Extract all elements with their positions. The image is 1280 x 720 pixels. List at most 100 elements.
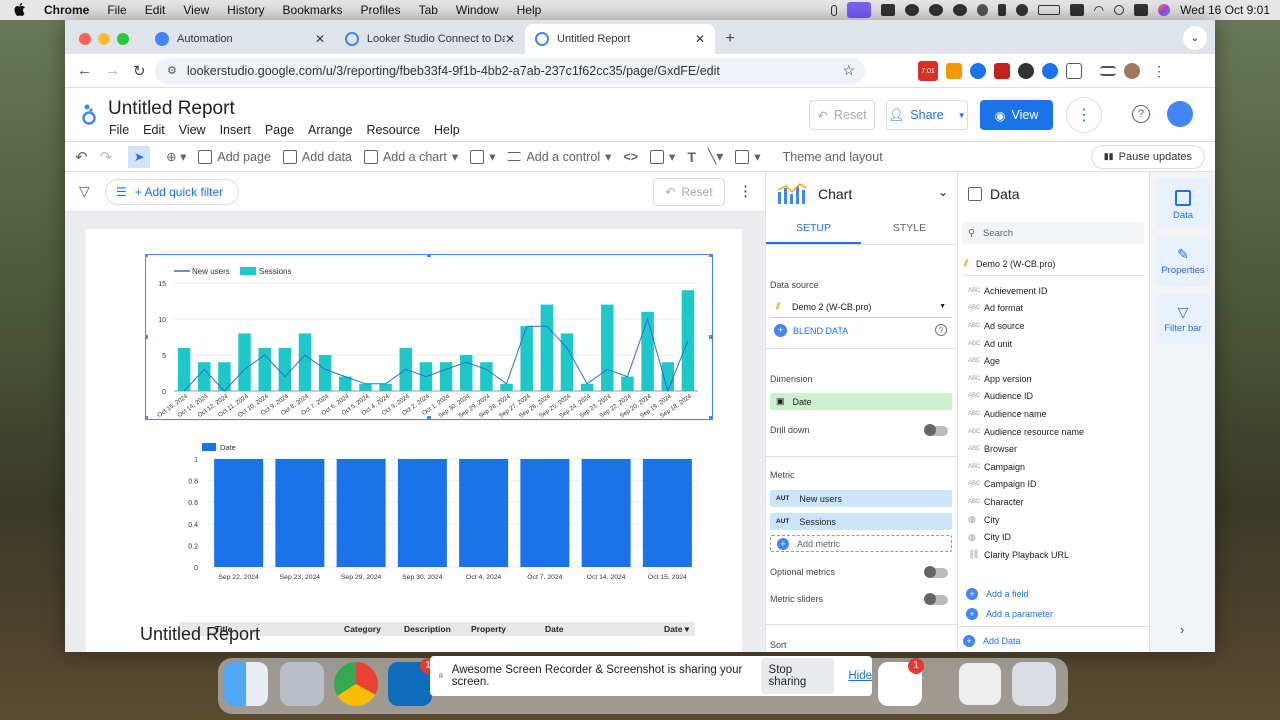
add-data-button[interactable]: + Add Data [963, 635, 1021, 647]
profile-avatar[interactable] [1124, 63, 1140, 79]
status-icon-3[interactable] [928, 4, 943, 16]
close-tab-icon[interactable]: ✕ [315, 32, 325, 46]
add-field-button[interactable]: + Add a field [966, 588, 1029, 600]
reset-button[interactable]: ↶ Reset [809, 100, 875, 130]
tab-search-chevron-icon[interactable]: ⌄ [1183, 26, 1207, 50]
help-icon[interactable]: ? [1132, 105, 1150, 123]
chart-type-chevron-icon[interactable]: ⌄ [938, 185, 948, 199]
selected-chart-frame[interactable]: New users Sessions 0 5 10 15 Oct 15, 2024 Oct 1… [145, 254, 713, 420]
account-avatar[interactable] [1167, 101, 1193, 127]
back-icon[interactable]: ← [77, 62, 92, 79]
minimize-window-button[interactable] [98, 33, 110, 45]
image-icon[interactable]: ▾ [650, 149, 675, 164]
menu-file[interactable]: File [109, 123, 129, 137]
drill-down-toggle[interactable] [924, 424, 948, 436]
extension-icon-5[interactable] [1018, 63, 1034, 79]
bluetooth-icon[interactable] [997, 4, 1006, 16]
optional-metrics-toggle[interactable] [924, 566, 948, 578]
rail-filter-bar-button[interactable]: ▽ Filter bar [1156, 294, 1210, 344]
add-quick-filter-button[interactable]: ☰ + Add quick filter [105, 179, 239, 205]
menu-arrange[interactable]: Arrange [308, 123, 352, 137]
extension-clock-icon[interactable]: 7:01 [918, 61, 938, 81]
metric-sliders-toggle[interactable] [924, 593, 948, 605]
tab-untitled-report[interactable]: Untitled Report ✕ [525, 24, 715, 54]
status-icon-2[interactable] [904, 4, 919, 16]
field-item[interactable]: ABC Ad format [962, 300, 1146, 318]
share-button[interactable]: 👤︎ Share ▼ [886, 100, 968, 130]
select-cursor-icon[interactable]: ➤ [128, 145, 151, 168]
menu-page[interactable]: Page [265, 123, 294, 137]
search-icon[interactable] [1114, 5, 1125, 15]
data-source-select[interactable]: ⫽ Demo 2 (W-CB.pro) ▼ [770, 296, 952, 318]
field-item[interactable]: ABC Browser [962, 440, 1146, 458]
blend-data-button[interactable]: + BLEND DATA [774, 324, 848, 337]
launchpad-icon[interactable] [280, 662, 324, 706]
col-date[interactable]: Date [545, 624, 563, 634]
mac-menu-history[interactable]: History [227, 3, 264, 17]
undo-icon[interactable]: ↶ [75, 148, 88, 166]
add-metric-button[interactable]: + Add metric [770, 535, 952, 552]
wifi-icon[interactable]: ◠ [1094, 3, 1104, 17]
pause-updates-button[interactable]: ▮▮ Pause updates [1090, 144, 1205, 169]
field-item[interactable]: ABC Audience resource name [962, 423, 1146, 441]
site-info-icon[interactable]: ⚙ [167, 64, 177, 77]
extension-icon-2[interactable] [946, 63, 962, 79]
siri-icon[interactable] [1158, 4, 1171, 16]
chrome-icon[interactable] [334, 662, 378, 706]
tab-automation[interactable]: Automation ✕ [145, 24, 335, 54]
url-field[interactable]: ⚙ lookerstudio.google.com/u/3/reporting/f… [155, 57, 865, 84]
extension-icon-4[interactable] [994, 63, 1010, 79]
add-chart-button[interactable]: Add a chart ▾ [363, 149, 458, 164]
field-search-input[interactable]: ⚲ Search [962, 222, 1144, 244]
extension-icon-3[interactable] [970, 63, 986, 79]
dimension-chip[interactable]: ▣ Date [770, 393, 952, 410]
filter-reset-button[interactable]: ↶ Reset [653, 178, 725, 206]
status-icon-4[interactable] [952, 4, 967, 16]
mac-menu-profiles[interactable]: Profiles [361, 3, 401, 17]
close-window-button[interactable] [79, 33, 91, 45]
field-item[interactable]: ABC Audience ID [962, 388, 1146, 406]
combo-chart-type-icon[interactable] [776, 182, 810, 206]
col-property[interactable]: Property [471, 624, 506, 634]
mac-menu-edit[interactable]: Edit [145, 3, 166, 17]
hide-link[interactable]: Hide [848, 670, 872, 682]
extensions-puzzle-icon[interactable] [1066, 63, 1082, 79]
metric-chip-new-users[interactable]: AUT New users [770, 490, 952, 507]
add-page-button[interactable]: Add page [198, 149, 271, 164]
menu-view[interactable]: View [179, 123, 206, 137]
reading-list-icon[interactable] [1100, 66, 1116, 76]
add-control-button[interactable]: Add a control ▾ [507, 149, 611, 164]
filter-icon[interactable]: ▽ [79, 183, 90, 200]
drag-handle-icon[interactable]: ⏸ [438, 670, 444, 683]
field-item[interactable]: ABC Audience name [962, 405, 1146, 423]
metric-chip-sessions[interactable]: AUT Sessions [770, 513, 952, 530]
apple-menu-icon[interactable] [14, 2, 26, 18]
col-date-sort[interactable]: Date ▾ [664, 624, 689, 635]
looker-studio-logo-icon[interactable] [81, 102, 97, 126]
col-category[interactable]: Category [344, 624, 381, 634]
data-source-row[interactable]: ⫽ Demo 2 (W-CB.pro) [964, 252, 1144, 276]
field-item[interactable]: ◍ City [962, 511, 1146, 529]
close-tab-icon[interactable]: ✕ [505, 32, 515, 46]
mac-menu-help[interactable]: Help [517, 3, 542, 17]
field-item[interactable]: ABC Campaign ID [962, 476, 1146, 494]
rail-data-button[interactable]: Data [1156, 178, 1210, 228]
combo-chart[interactable]: New users Sessions051015Oct 15, 2024Oct 1… [146, 255, 712, 419]
bar-chart[interactable]: Date 0 0.2 0.4 0.6 0.8 1 Sep 22, 2024 Sep 23, 20… [166, 439, 706, 589]
menu-app-name[interactable]: Chrome [44, 3, 89, 17]
blend-help-icon[interactable]: ? [935, 324, 947, 336]
menu-edit[interactable]: Edit [143, 123, 165, 137]
mac-menu-view[interactable]: View [183, 3, 209, 17]
browser-menu-icon[interactable]: ⋮ [1152, 63, 1166, 80]
mac-menu-bookmarks[interactable]: Bookmarks [283, 3, 343, 17]
filterbar-more-icon[interactable]: ⋮ [738, 182, 753, 200]
shape-icon[interactable]: ▾ [735, 149, 761, 164]
more-options-icon[interactable]: ⋮ [1066, 97, 1102, 133]
document-icon[interactable] [958, 662, 1002, 706]
maximize-window-button[interactable] [117, 33, 129, 45]
close-tab-icon[interactable]: ✕ [695, 32, 705, 46]
report-title[interactable]: Untitled Report [108, 98, 235, 120]
field-item[interactable]: ◍ City ID [962, 528, 1146, 546]
mac-menu-window[interactable]: Window [456, 3, 499, 17]
menu-help[interactable]: Help [434, 123, 460, 137]
